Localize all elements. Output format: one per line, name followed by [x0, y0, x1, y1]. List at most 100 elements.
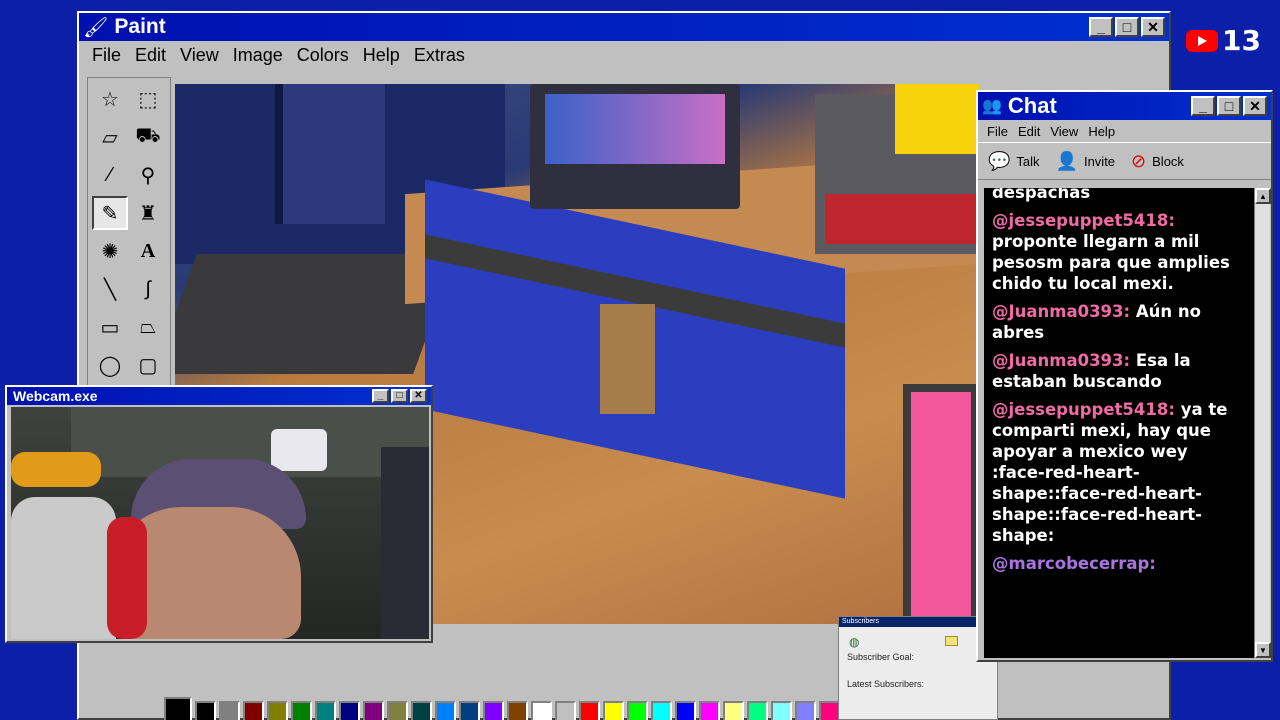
palette-color-swatch[interactable] [675, 701, 696, 720]
rectangle-icon[interactable]: ▭ [92, 310, 128, 344]
palette-color-swatch[interactable] [771, 701, 792, 720]
subscribers-panel: Subscribers ◍ Subscriber Goal: Latest Su… [838, 616, 998, 720]
minimize-button[interactable]: _ [1089, 17, 1113, 37]
chat-menu-edit[interactable]: Edit [1013, 124, 1045, 139]
palette-color-swatch[interactable] [387, 701, 408, 720]
palette-color-swatch[interactable] [723, 701, 744, 720]
palette-color-swatch[interactable] [747, 701, 768, 720]
palette-color-swatch[interactable] [291, 701, 312, 720]
polygon-icon[interactable]: ⏢ [130, 310, 166, 344]
message-username[interactable]: @Juanma0393: [992, 302, 1130, 321]
youtube-icon [1186, 29, 1218, 52]
minimize-button[interactable]: _ [1191, 96, 1215, 116]
message-username[interactable]: @jessepuppet5418: [992, 211, 1175, 230]
free-select-icon[interactable]: ☆ [92, 82, 128, 116]
rect-select-icon[interactable]: ⬚ [130, 82, 166, 116]
palette-color-swatch[interactable] [651, 701, 672, 720]
talk-icon: 💬 [988, 150, 1011, 171]
close-button[interactable]: ✕ [410, 389, 427, 403]
palette-color-swatch[interactable] [699, 701, 720, 720]
chat-message: @Juanma0393: Aún no abres [992, 301, 1246, 343]
menu-extras[interactable]: Extras [407, 45, 472, 66]
message-username[interactable]: @jessepuppet5418: [992, 400, 1175, 419]
fill-bucket-icon[interactable]: ⛟ [130, 120, 166, 154]
minimize-button[interactable]: _ [372, 389, 389, 403]
scroll-down-arrow-icon[interactable]: ▼ [1255, 642, 1271, 658]
subscriber-goal-label: Subscriber Goal: [847, 652, 915, 662]
close-button[interactable]: ✕ [1141, 17, 1165, 37]
scene-doorway [275, 84, 385, 224]
color-palette [164, 697, 864, 720]
palette-color-swatch[interactable] [315, 701, 336, 720]
palette-color-swatch[interactable] [795, 701, 816, 720]
subscriber-count: 13 [1222, 24, 1261, 57]
palette-color-swatch[interactable] [531, 701, 552, 720]
palette-color-swatch[interactable] [579, 701, 600, 720]
maximize-button[interactable]: □ [1115, 17, 1139, 37]
chat-title: Chat [1007, 93, 1057, 118]
menu-colors[interactable]: Colors [290, 45, 356, 66]
palette-color-swatch[interactable] [603, 701, 624, 720]
menu-image[interactable]: Image [226, 45, 290, 66]
airbrush-icon[interactable]: ✺ [92, 234, 128, 268]
palette-color-swatch[interactable] [195, 701, 216, 720]
message-username[interactable]: @marcobecerrap: [992, 554, 1156, 573]
toolbox: ☆ ⬚ ▱ ⛟ ⁄ ⚲ ✎ ♜ ✺ A ╲ ∫ ▭ ⏢ ◯ ▢ [87, 77, 171, 387]
webcam-bookshelf [381, 447, 429, 639]
block-button[interactable]: ⊘ Block [1131, 151, 1184, 172]
message-username[interactable]: @Juanma0393: [992, 351, 1130, 370]
chat-title-bar[interactable]: 👥 Chat _ □ ✕ [978, 92, 1271, 120]
chat-toolbar: 💬 Talk 👤 Invite ⊘ Block [978, 142, 1271, 180]
palette-color-swatch[interactable] [411, 701, 432, 720]
palette-color-swatch[interactable] [483, 701, 504, 720]
palette-color-swatch[interactable] [555, 701, 576, 720]
palette-color-swatch[interactable] [363, 701, 384, 720]
chat-message: @marcobecerrap: [992, 553, 1246, 574]
palette-color-swatch[interactable] [507, 701, 528, 720]
palette-color-swatch[interactable] [243, 701, 264, 720]
pencil-icon[interactable]: ✎ [92, 196, 128, 230]
close-button[interactable]: ✕ [1243, 96, 1267, 116]
chat-menubar: File Edit View Help [978, 120, 1271, 142]
palette-color-swatch[interactable] [627, 701, 648, 720]
palette-color-swatch[interactable] [339, 701, 360, 720]
chat-app-icon: 👥 [982, 98, 1002, 115]
scroll-up-arrow-icon[interactable]: ▲ [1255, 188, 1271, 204]
palette-color-swatch[interactable] [459, 701, 480, 720]
palette-color-swatch[interactable] [435, 701, 456, 720]
message-text: ya te comparti mexi, hay que apoyar a me… [992, 400, 1228, 545]
menu-view[interactable]: View [173, 45, 226, 66]
current-color-swatch[interactable] [164, 697, 192, 720]
chat-menu-file[interactable]: File [982, 124, 1013, 139]
eraser-icon[interactable]: ▱ [92, 120, 128, 154]
chat-message: despachas [992, 188, 1246, 203]
webcam-title-bar[interactable]: Webcam.exe _ □ ✕ [7, 387, 431, 405]
talk-label: Talk [1016, 153, 1040, 169]
menu-file[interactable]: File [85, 45, 128, 66]
color-picker-icon[interactable]: ⁄ [92, 158, 128, 192]
palette-color-swatch[interactable] [267, 701, 288, 720]
text-icon[interactable]: A [130, 234, 166, 268]
line-icon[interactable]: ╲ [92, 272, 128, 306]
menu-edit[interactable]: Edit [128, 45, 173, 66]
ellipse-icon[interactable]: ◯ [92, 348, 128, 382]
brush-icon[interactable]: ♜ [130, 196, 166, 230]
menu-help[interactable]: Help [356, 45, 407, 66]
paint-title-bar[interactable]: 🖌 Paint _ □ ✕ [79, 13, 1169, 41]
paint-menubar: File Edit View Image Colors Help Extras [79, 41, 1169, 69]
globe-icon: ◍ [849, 635, 860, 649]
maximize-button[interactable]: □ [391, 389, 408, 403]
maximize-button[interactable]: □ [1217, 96, 1241, 116]
talk-button[interactable]: 💬 Talk [988, 151, 1040, 172]
scene-box [600, 304, 655, 414]
chat-menu-help[interactable]: Help [1083, 124, 1120, 139]
palette-color-swatch[interactable] [219, 701, 240, 720]
chat-menu-view[interactable]: View [1045, 124, 1083, 139]
invite-button[interactable]: 👤 Invite [1056, 151, 1116, 172]
palette-color-swatch[interactable] [819, 701, 840, 720]
chat-scrollbar[interactable]: ▲ ▼ [1254, 188, 1271, 658]
magnifier-icon[interactable]: ⚲ [130, 158, 166, 192]
webcam-chair [11, 497, 116, 639]
rounded-rect-icon[interactable]: ▢ [130, 348, 166, 382]
curve-icon[interactable]: ∫ [130, 272, 166, 306]
